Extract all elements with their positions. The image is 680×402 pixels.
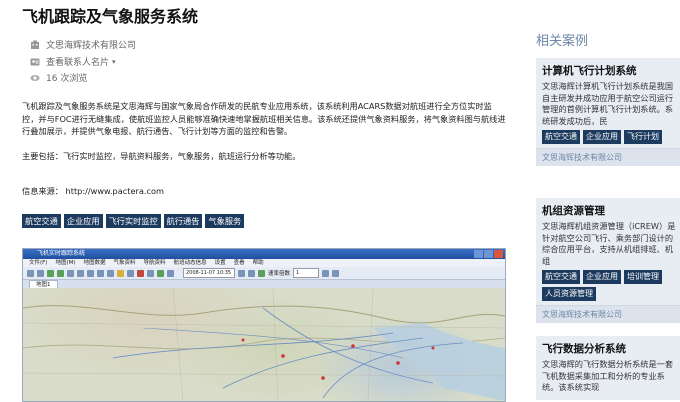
case-card-tags: 航空交通 企业应用 培训管理 人员资源管理 — [542, 270, 680, 301]
clock-icon — [238, 269, 245, 277]
tag-button[interactable]: 航行通告 — [163, 214, 203, 228]
tag-button[interactable]: 企业应用 — [583, 130, 621, 144]
case-card[interactable]: 机组资源管理 文思海辉机组资源管理（iCREW）是针对航空公司飞行、乘务部门设计… — [536, 198, 680, 323]
app-toolbar: 2008-11-07 10:35 速率倍数 1 — [23, 267, 505, 280]
main-features: 主要包括：飞行实时监控，导航资料服务，气象服务，航班运行分析等功能。 — [22, 151, 301, 161]
case-card-company[interactable]: 文思海辉技术有限公司 — [536, 305, 680, 323]
app-menu-item: 航班动态信息 — [173, 260, 207, 266]
pan-icon — [67, 269, 74, 277]
contact-link[interactable]: 查看联系人名片 — [46, 55, 109, 68]
building-icon — [30, 40, 40, 50]
related-cases-heading: 相关案例 — [536, 34, 589, 49]
app-menu-item: 地图(M) — [55, 260, 76, 266]
tag-button[interactable]: 飞行实时监控 — [105, 214, 161, 228]
eye-icon — [30, 73, 40, 83]
case-card-description: 文思海辉的飞行数据分析系统是一套飞机数据采集加工和分析的专业系统。该系统实现 — [542, 359, 674, 392]
rate-label: 速率倍数 — [268, 271, 291, 277]
case-card-tags: 航空交通 企业应用 飞行计划 — [542, 130, 680, 144]
arrow-down-icon — [107, 269, 114, 277]
app-screenshot-image: 飞机实时跟踪系统 文件(F) 地图(M) 地图数据 气象资料 导航资料 航班动态… — [22, 248, 506, 402]
minimize-icon — [474, 250, 483, 258]
forward-icon — [258, 269, 265, 277]
layer-icon — [117, 269, 124, 277]
case-card[interactable]: 飞行数据分析系统 文思海辉的飞行数据分析系统是一套飞机数据采集加工和分析的专业系… — [536, 336, 680, 400]
app-menu-item: 查看 — [233, 260, 245, 266]
app-menu-item: 设置 — [214, 260, 226, 266]
app-window-title: 飞机实时跟踪系统 — [37, 250, 86, 257]
case-card-company[interactable]: 文思海辉技术有限公司 — [536, 148, 680, 166]
tag-button[interactable]: 人员资源管理 — [542, 287, 596, 301]
window-controls — [474, 250, 503, 258]
tag-button[interactable]: 气象服务 — [205, 214, 245, 228]
app-menu-item: 文件(F) — [29, 260, 48, 266]
case-card-title[interactable]: 机组资源管理 — [542, 203, 680, 218]
views-count: 16 次浏览 — [46, 74, 88, 84]
close-icon — [494, 250, 503, 258]
map-drawing — [23, 288, 505, 401]
case-card-description: 文思海辉机组资源管理（iCREW）是针对航空公司飞行、乘务部门设计的综合应用平台… — [542, 221, 676, 266]
case-card-description: 文思海辉计算机飞行计划系统是我国自主研发并成功应用于航空公司运行管理的首例计算机… — [542, 81, 674, 126]
tag-button[interactable]: 航空交通 — [542, 130, 580, 144]
article-description: 飞机跟踪及气象服务系统是文思海辉与国家气象局合作研发的民航专业应用系统，该系统利… — [22, 101, 506, 136]
case-card-title[interactable]: 飞行数据分析系统 — [542, 341, 680, 356]
tag-button[interactable]: 飞行计划 — [624, 130, 662, 144]
time-field: 2008-11-07 10:35 — [183, 268, 235, 278]
chevron-down-icon[interactable]: ▾ — [112, 58, 116, 66]
case-card-title[interactable]: 计算机飞行计划系统 — [542, 63, 680, 78]
measure-icon — [127, 269, 134, 277]
save-icon — [37, 269, 44, 277]
company-row[interactable]: 文思海辉技术有限公司 — [30, 38, 136, 51]
arrow-left-icon — [77, 269, 84, 277]
arrow-right-icon — [87, 269, 94, 277]
tag-button[interactable]: 培训管理 — [624, 270, 662, 284]
maximize-icon — [484, 250, 493, 258]
contact-card-icon — [30, 57, 40, 67]
rate-field: 1 — [293, 268, 320, 278]
print-icon — [147, 269, 154, 277]
arrow-up-icon — [97, 269, 104, 277]
app-menubar: 文件(F) 地图(M) 地图数据 气象资料 导航资料 航班动态信息 设置 查看 … — [23, 259, 505, 267]
info-source: 信息来源： http://www.pactera.com — [22, 186, 164, 196]
refresh-icon — [248, 269, 255, 277]
sidebar: 相关案例 计算机飞行计划系统 文思海辉计算机飞行计划系统是我国自主研发并成功应用… — [520, 0, 680, 400]
page-title: 飞机跟踪及气象服务系统 — [22, 7, 199, 26]
tag-button[interactable]: 企业应用 — [63, 214, 103, 228]
app-menu-item: 气象资料 — [113, 260, 136, 266]
zoom-out-icon — [57, 269, 64, 277]
app-menu-item: 地图数据 — [83, 260, 106, 266]
alert-icon — [137, 269, 144, 277]
views-row: 16 次浏览 — [30, 71, 87, 84]
tag-button[interactable]: 航空交通 — [542, 270, 580, 284]
company-link[interactable]: 文思海辉技术有限公司 — [46, 38, 136, 51]
zoom-in-icon — [47, 269, 54, 277]
flight-map — [23, 288, 505, 401]
open-icon — [27, 269, 34, 277]
tag-button[interactable]: 企业应用 — [583, 270, 621, 284]
article-tags: 航空交通 企业应用 飞行实时监控 航行通告 气象服务 — [22, 214, 245, 228]
app-menu-item: 帮助 — [252, 260, 264, 266]
info-icon — [332, 269, 340, 277]
settings-icon — [322, 269, 330, 277]
case-card[interactable]: 计算机飞行计划系统 文思海辉计算机飞行计划系统是我国自主研发并成功应用于航空公司… — [536, 58, 680, 166]
play-icon — [157, 269, 164, 277]
app-menu-item: 导航资料 — [143, 260, 166, 266]
pause-icon — [167, 269, 174, 277]
app-window-titlebar: 飞机实时跟踪系统 — [23, 249, 505, 259]
article-main: 飞机跟踪及气象服务系统 文思海辉技术有限公司 查看联系人名片 ▾ 16 次浏览 … — [0, 0, 520, 402]
contact-row[interactable]: 查看联系人名片 ▾ — [30, 55, 116, 68]
tag-button[interactable]: 航空交通 — [22, 214, 61, 228]
